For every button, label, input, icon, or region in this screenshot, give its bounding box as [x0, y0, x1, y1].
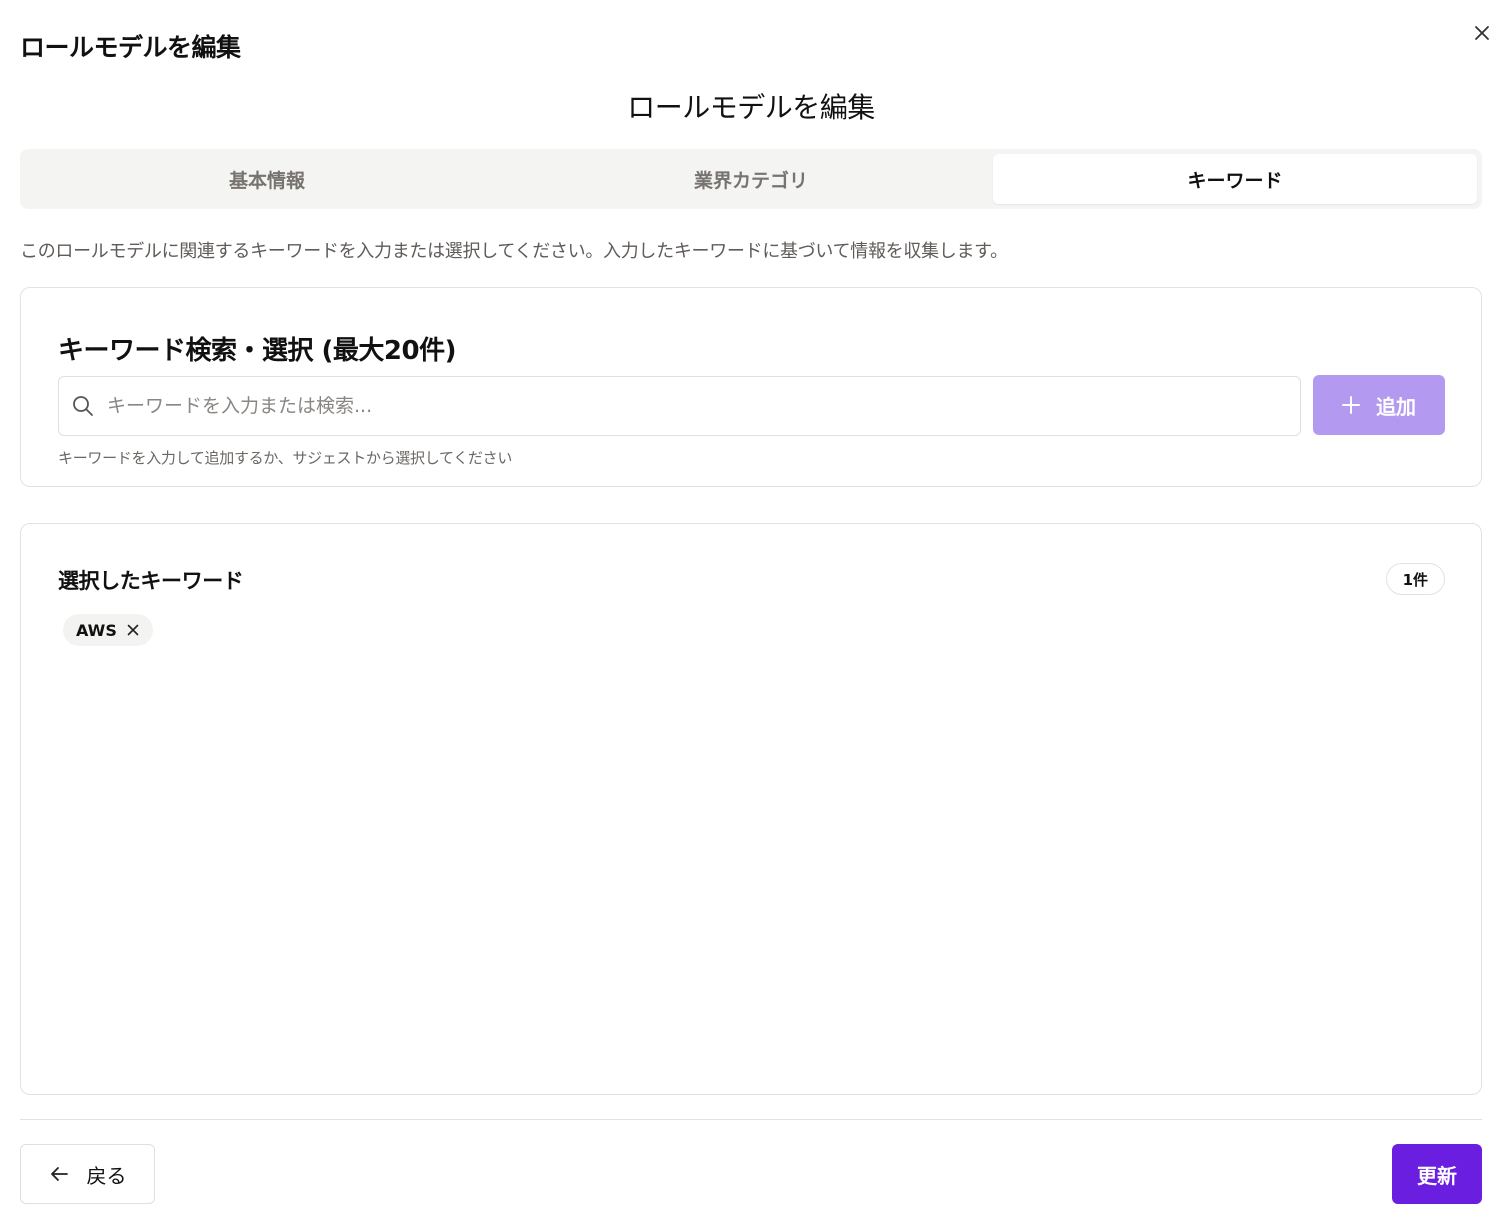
footer-divider — [20, 1119, 1482, 1120]
search-icon — [73, 396, 93, 416]
keyword-chip: AWS — [63, 614, 153, 646]
keywords-description: このロールモデルに関連するキーワードを入力または選択してください。入力したキーワ… — [20, 241, 1008, 262]
keyword-search-box — [58, 376, 1301, 436]
selected-keywords-title: 選択したキーワード — [58, 569, 244, 593]
tab-bar: 基本情報 業界カテゴリ キーワード — [20, 149, 1482, 209]
close-icon — [1475, 26, 1489, 40]
tab-keywords[interactable]: キーワード — [993, 154, 1477, 204]
keyword-search-card: キーワード検索・選択 (最大20件) 追加 キーワードを入力して追加するか、サジ… — [20, 287, 1482, 487]
remove-keyword-button[interactable] — [125, 622, 141, 638]
selected-count-badge: 1件 — [1385, 563, 1445, 595]
plus-icon — [1342, 396, 1360, 414]
keyword-search-input[interactable] — [107, 377, 1300, 435]
close-button[interactable] — [1466, 18, 1498, 48]
edit-role-model-dialog: ロールモデルを編集 ロールモデルを編集 基本情報 業界カテゴリ キーワード この… — [0, 0, 1508, 1230]
dialog-title: ロールモデルを編集 — [20, 33, 241, 62]
tab-industry-category[interactable]: 業界カテゴリ — [509, 154, 993, 204]
arrow-left-icon — [50, 1167, 68, 1181]
keyword-chip-label: AWS — [76, 620, 117, 640]
selected-keyword-list: AWS — [63, 614, 153, 646]
tab-basic-info[interactable]: 基本情報 — [25, 154, 509, 204]
selected-keywords-card: 選択したキーワード 1件 AWS — [20, 523, 1482, 1095]
page-heading: ロールモデルを編集 — [627, 91, 875, 124]
close-icon — [127, 624, 139, 636]
add-keyword-label: 追加 — [1376, 394, 1416, 419]
update-button[interactable]: 更新 — [1392, 1144, 1482, 1204]
keyword-search-title: キーワード検索・選択 (最大20件) — [58, 336, 457, 366]
add-keyword-button[interactable]: 追加 — [1313, 375, 1445, 435]
back-button[interactable]: 戻る — [20, 1144, 155, 1204]
back-button-label: 戻る — [86, 1163, 127, 1188]
keyword-helper-text: キーワードを入力して追加するか、サジェストから選択してください — [58, 449, 513, 467]
